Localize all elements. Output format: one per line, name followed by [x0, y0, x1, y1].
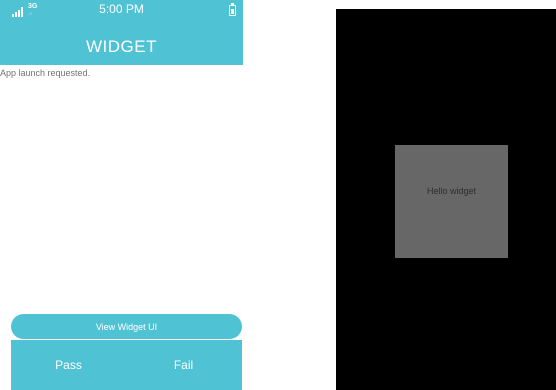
- test-app-screen: 3G ↓↑ 5:00 PM WIDGET App launch requeste…: [0, 0, 250, 390]
- hello-widget[interactable]: Hello widget: [395, 145, 508, 258]
- page-title: WIDGET: [86, 37, 157, 56]
- status-bar: 3G ↓↑ 5:00 PM: [0, 0, 243, 20]
- title-bar: WIDGET: [0, 20, 243, 65]
- pass-button[interactable]: Pass: [11, 340, 126, 390]
- view-widget-ui-button[interactable]: View Widget UI: [11, 314, 242, 339]
- battery-icon: [229, 3, 236, 16]
- log-message: App launch requested.: [0, 68, 91, 78]
- widget-preview-screen: Hello widget: [336, 9, 556, 390]
- status-time: 5:00 PM: [99, 2, 144, 16]
- widget-text: Hello widget: [426, 186, 477, 196]
- result-action-bar: Pass Fail: [11, 340, 242, 390]
- fail-button[interactable]: Fail: [126, 340, 241, 390]
